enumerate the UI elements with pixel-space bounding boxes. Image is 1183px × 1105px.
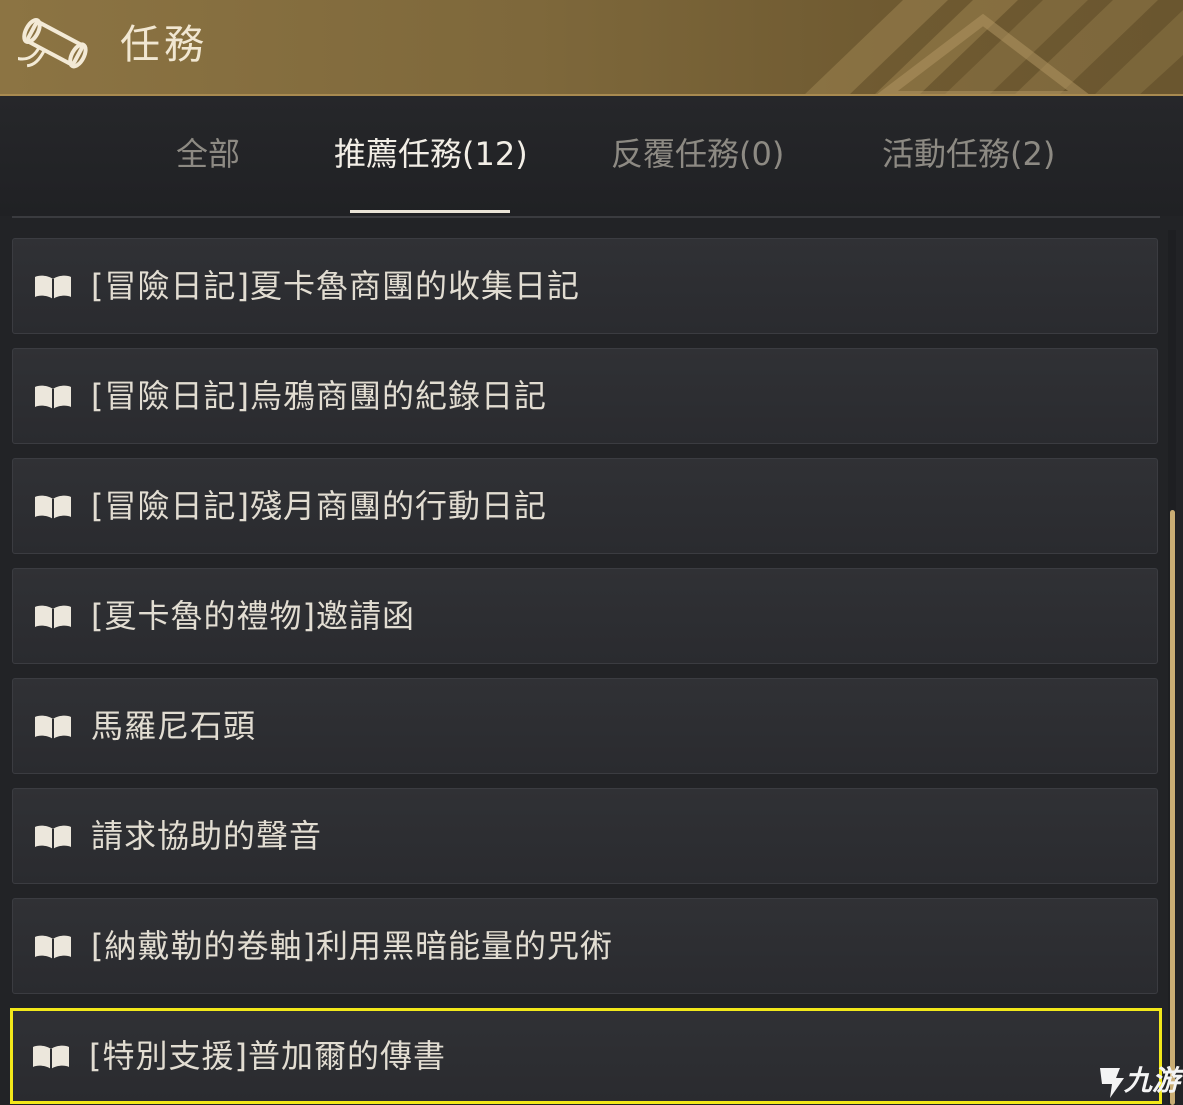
scroll-icon	[18, 18, 88, 69]
quest-item[interactable]: [夏卡魯的禮物]邀請函	[12, 568, 1158, 664]
quest-label: 馬羅尼石頭	[91, 707, 257, 745]
quest-label: [夏卡魯的禮物]邀請函	[91, 597, 415, 635]
active-tab-indicator	[350, 210, 510, 213]
quest-item[interactable]: [冒險日記]殘月商團的行動日記	[12, 458, 1158, 554]
book-icon	[35, 495, 71, 519]
quest-window: 任務 全部 推薦任務(12) 反覆任務(0) 活動任務(2) [冒險日記]夏卡魯…	[0, 0, 1183, 1105]
book-icon	[35, 275, 71, 299]
watermark-text: 九游	[1124, 1064, 1181, 1097]
book-icon	[33, 1045, 69, 1069]
tab-event[interactable]: 活動任務(2)	[882, 134, 1055, 174]
quest-item[interactable]: [納戴勒的卷軸]利用黑暗能量的咒術	[12, 898, 1158, 994]
tab-repeatable[interactable]: 反覆任務(0)	[611, 134, 784, 174]
quest-label: [冒險日記]夏卡魯商團的收集日記	[91, 267, 580, 305]
quest-item[interactable]: [冒險日記]烏鴉商團的紀錄日記	[12, 348, 1158, 444]
book-icon	[35, 605, 71, 629]
book-icon	[35, 935, 71, 959]
tab-recommended[interactable]: 推薦任務(12)	[334, 134, 528, 174]
quest-label: [冒險日記]殘月商團的行動日記	[91, 487, 547, 525]
quest-item[interactable]: 馬羅尼石頭	[12, 678, 1158, 774]
quest-item[interactable]: 請求協助的聲音	[12, 788, 1158, 884]
quest-item-selected[interactable]: [特別支援]普加爾的傳書	[10, 1008, 1162, 1104]
tab-divider	[12, 216, 1160, 218]
quest-list: [冒險日記]夏卡魯商團的收集日記 [冒險日記]烏鴉商團的紀錄日記 [冒險日記]殘…	[0, 230, 1170, 1105]
quest-label: [特別支援]普加爾的傳書	[89, 1037, 446, 1075]
window-header: 任務	[0, 0, 1183, 96]
scrollbar-thumb[interactable]	[1170, 510, 1175, 1105]
quest-item[interactable]: [冒險日記]夏卡魯商團的收集日記	[12, 238, 1158, 334]
header-decoration	[805, 0, 1183, 94]
book-icon	[35, 825, 71, 849]
quest-label: [納戴勒的卷軸]利用黑暗能量的咒術	[91, 927, 613, 965]
quest-label: [冒險日記]烏鴉商團的紀錄日記	[91, 377, 547, 415]
book-icon	[35, 715, 71, 739]
quest-label: 請求協助的聲音	[91, 817, 323, 855]
book-icon	[35, 385, 71, 409]
tab-all[interactable]: 全部	[176, 134, 240, 174]
window-title: 任務	[120, 22, 208, 68]
tab-bar: 全部 推薦任務(12) 反覆任務(0) 活動任務(2)	[0, 96, 1183, 218]
